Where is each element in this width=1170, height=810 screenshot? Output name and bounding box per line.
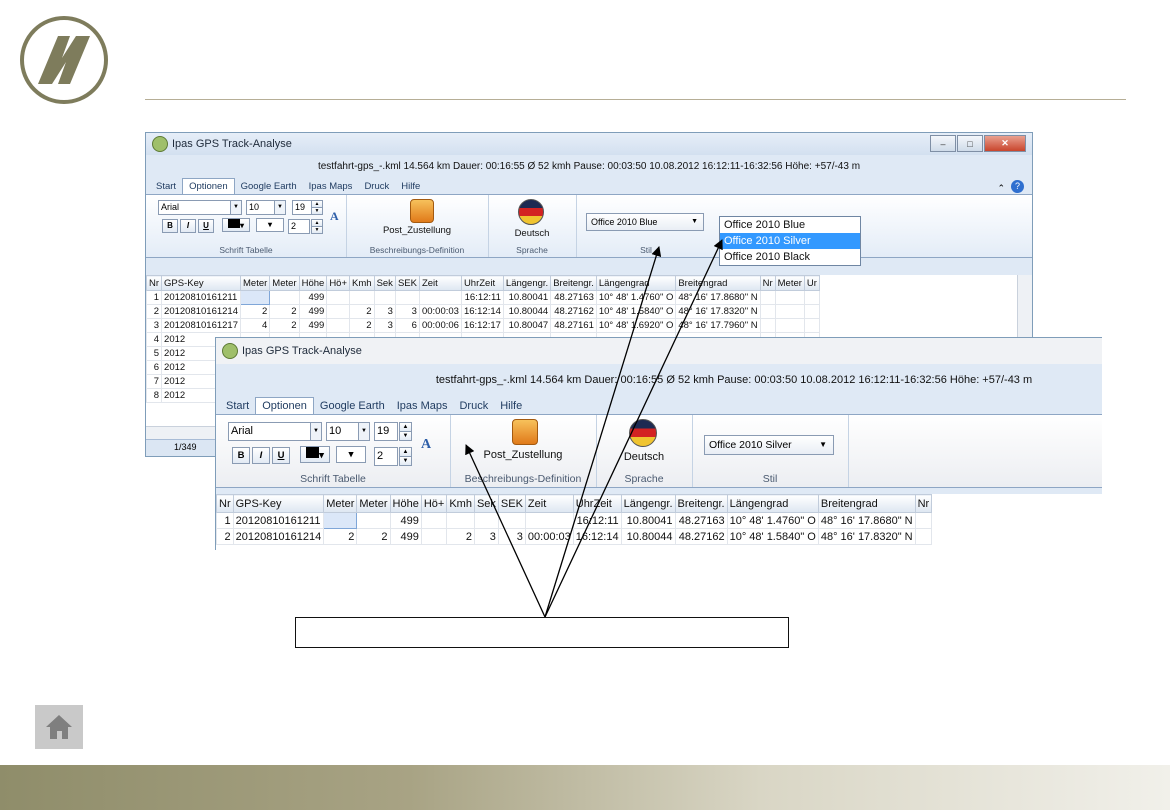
arrow-to-window	[465, 444, 546, 618]
callout-box	[295, 617, 789, 648]
annotation-arrows	[465, 239, 723, 618]
home-icon	[46, 715, 72, 739]
home-button[interactable]	[35, 705, 83, 749]
arrow-to-style-select	[544, 246, 662, 618]
footer-bar	[0, 765, 1170, 810]
arrow-to-dropdown	[544, 239, 723, 618]
